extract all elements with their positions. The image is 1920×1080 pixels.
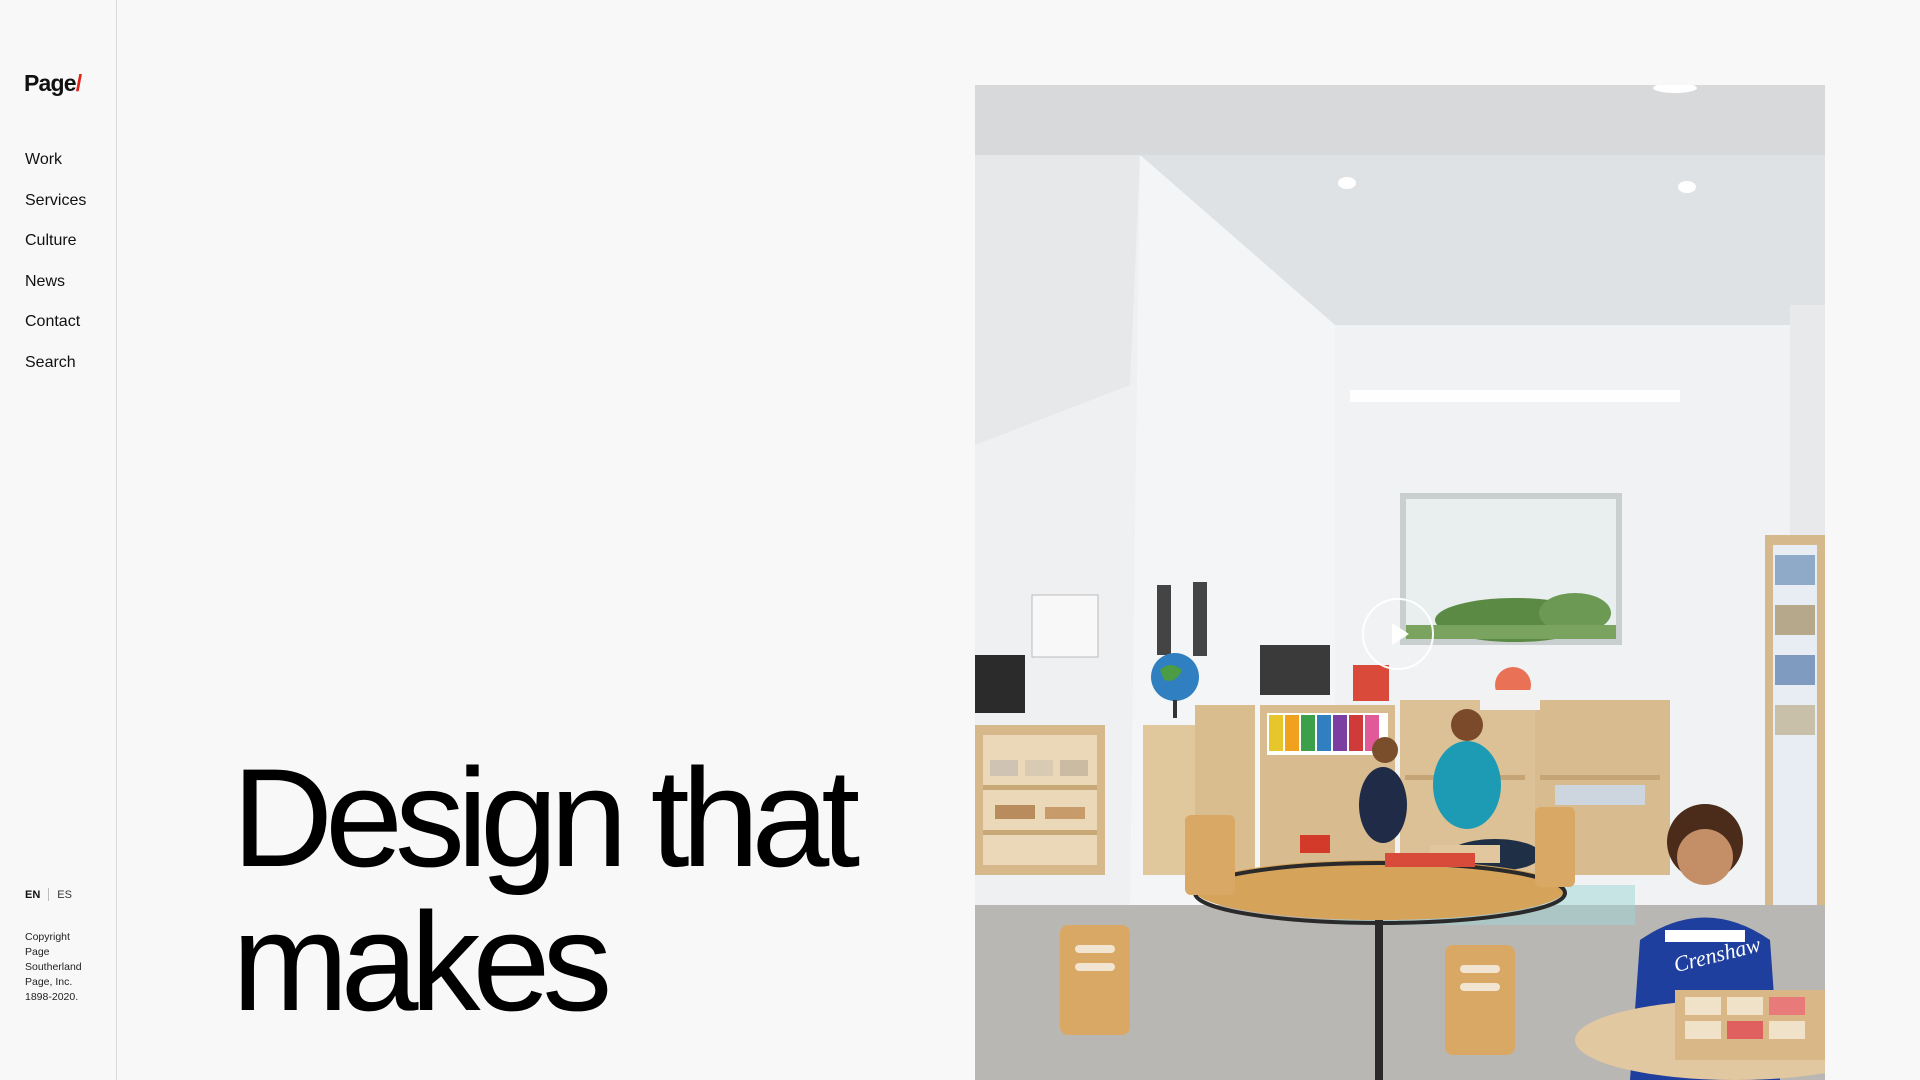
nav-item-news[interactable]: News	[25, 270, 86, 311]
page-logo[interactable]: Page/	[24, 70, 82, 97]
play-icon	[1392, 623, 1409, 645]
hero-video-image[interactable]: Crenshaw	[975, 85, 1825, 1080]
language-divider	[48, 888, 50, 901]
copyright-notice: Copyright Page Southerland Page, Inc. 18…	[25, 930, 95, 1005]
classroom-illustration: Crenshaw	[975, 85, 1825, 1080]
nav-item-culture[interactable]: Culture	[25, 229, 86, 270]
nav-item-search[interactable]: Search	[25, 351, 86, 392]
sidebar: Page/ Work Services Culture News Contact…	[0, 0, 117, 1080]
language-en[interactable]: EN	[25, 889, 40, 901]
hero-headline-line: Design that	[232, 739, 860, 896]
language-switcher: EN ES	[25, 888, 72, 901]
play-video-button[interactable]	[1362, 598, 1434, 670]
logo-slash-mark: /	[75, 70, 82, 96]
copyright-line: Southerland	[25, 961, 82, 973]
copyright-line: 1898-2020.	[25, 991, 79, 1003]
nav-item-work[interactable]: Work	[25, 148, 86, 189]
copyright-line: Page	[25, 946, 50, 958]
logo-text: Page	[24, 70, 77, 96]
nav-item-contact[interactable]: Contact	[25, 310, 86, 351]
language-es[interactable]: ES	[57, 889, 72, 901]
hero-headline: Design that makes	[232, 739, 860, 1040]
nav-item-services[interactable]: Services	[25, 189, 86, 230]
copyright-line: Copyright	[25, 931, 70, 943]
main-navigation: Work Services Culture News Contact Searc…	[25, 148, 86, 392]
hero-headline-line: makes	[232, 883, 612, 1040]
copyright-line: Page, Inc.	[25, 976, 73, 988]
